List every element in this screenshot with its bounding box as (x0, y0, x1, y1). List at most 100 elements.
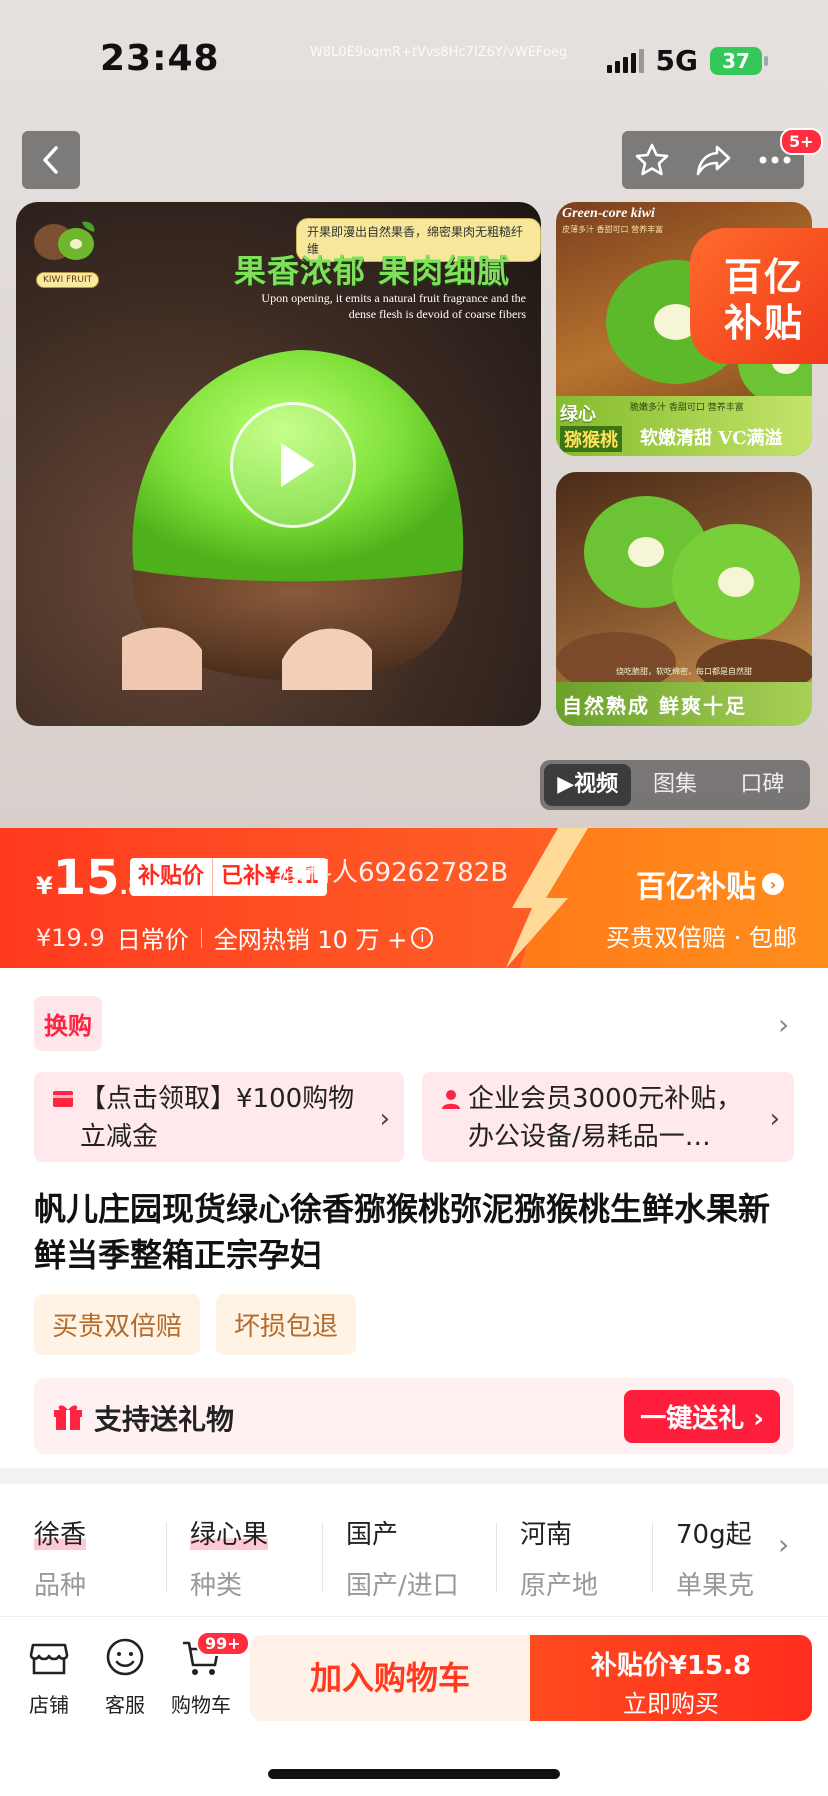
watermark: W8L0E9oqmR+tVvs8Hc7IZ6Y/vWEFoeg (310, 45, 568, 60)
chevron-right-icon: › (769, 1104, 780, 1134)
original-price: ¥19.9 (36, 923, 105, 952)
product-gallery: 23:48 W8L0E9oqmR+tVvs8Hc7IZ6Y/vWEFoeg 5G… (0, 0, 828, 828)
tab-album[interactable]: 图集 (631, 764, 718, 806)
attr-value: 绿心果 (190, 1520, 269, 1550)
buy-now-label: 立即购买 (623, 1690, 719, 1718)
share-icon[interactable] (695, 143, 733, 177)
signal-icon (606, 48, 644, 73)
attr-key: 种类 (190, 1571, 243, 1601)
chevron-left-icon (43, 146, 58, 174)
play-icon[interactable] (230, 402, 356, 528)
guarantee-tag[interactable]: 买贵双倍赔 (34, 1294, 201, 1355)
message-badge: 5+ (780, 128, 823, 155)
badge-line2: 补贴 (724, 301, 805, 345)
side2-small: 烧吃脆甜，软吃绵密，每口都是自然甜 (616, 667, 752, 676)
tab-reviews[interactable]: 口碑 (719, 764, 806, 806)
attr-key: 品种 (34, 1571, 87, 1601)
send-gift-button[interactable]: 一键送礼 › (624, 1390, 780, 1443)
attr-value: 70g起 (676, 1520, 752, 1550)
guarantee-tags: 买贵双倍赔 坏损包退 (34, 1294, 357, 1355)
info-icon[interactable]: i (411, 926, 434, 949)
attributes-row[interactable]: 徐香 品种 绿心果 种类 国产 国产/进口 河南 原产地 70g起 单果克 › (0, 1484, 828, 1616)
battery-icon: 37 (710, 46, 768, 75)
side2-slogan: 自然熟成 鲜爽十足 (562, 694, 747, 718)
price-banner: ¥ 15 .8 补贴价 已补¥4.1 爆料人69262782B ¥19.9 日常… (0, 828, 828, 968)
chevron-right-icon[interactable]: › (778, 1528, 789, 1561)
side-image-2[interactable]: 烧吃脆甜，软吃绵密，每口都是自然甜 自然熟成 鲜爽十足 (556, 472, 812, 726)
kiwi-halves-image (556, 496, 812, 682)
gift-icon (54, 1405, 82, 1430)
tab-video-label: 视频 (574, 772, 619, 797)
chevron-right-icon: › (762, 873, 784, 895)
gift-label: 支持送礼物 (94, 1403, 235, 1436)
side1-slogan: 软嫩清甜 VC满溢 (640, 428, 783, 449)
star-icon[interactable] (634, 142, 670, 178)
swap-tag[interactable]: 换购 (34, 996, 102, 1051)
reporter-text: 爆料人69262782B (280, 858, 509, 888)
attr-value: 河南 (520, 1520, 573, 1550)
price-integer: 15 (52, 850, 120, 906)
cart-count-badge: 99+ (196, 1631, 250, 1656)
tab-video[interactable]: ▶视频 (544, 764, 632, 806)
side1-banner: 绿心 脆嫩多汁 香甜可口 营养丰富 猕猴桃 软嫩清甜 VC满溢 (556, 396, 812, 456)
side1-sub: 脆嫩多汁 香甜可口 营养丰富 (630, 403, 744, 413)
coupon-card-1[interactable]: 【点击领取】¥100购物立减金 › (34, 1072, 404, 1162)
home-indicator[interactable] (268, 1769, 560, 1779)
attr-key: 国产/进口 (346, 1571, 459, 1601)
bottom-action-bar: 店铺 客服 购物车 99+ 加入购物车 补贴价¥15.8 立即购买 (0, 1616, 828, 1796)
guarantee-tag[interactable]: 坏损包退 (216, 1294, 357, 1355)
sales-count: 全网热销 10 万 + (213, 926, 408, 954)
attr-weight: 70g起 单果克 (676, 1514, 756, 1602)
attr-value: 徐香 (34, 1520, 87, 1550)
side1-tag-a: 绿心 (560, 404, 596, 425)
coupon-card-2[interactable]: 企业会员3000元补贴，办公设备/易耗品一… › (422, 1072, 794, 1162)
store-icon (29, 1643, 69, 1675)
status-time: 23:48 (100, 38, 220, 79)
price-subline: ¥19.9 日常价 全网热销 10 万 + i (36, 920, 434, 955)
chevron-right-icon[interactable]: › (778, 1008, 789, 1041)
product-title: 帆儿庄园现货绿心徐香猕猴桃弥泥猕猴桃生鲜水果新鲜当季整箱正宗孕妇 (34, 1190, 771, 1274)
more-icon[interactable] (758, 155, 792, 165)
attr-key: 单果克 (676, 1571, 755, 1601)
attr-key: 原产地 (520, 1571, 599, 1601)
back-button[interactable] (22, 131, 80, 189)
attr-variety: 徐香 品种 (34, 1514, 87, 1602)
chevron-right-icon: › (379, 1104, 390, 1134)
customer-service-icon (106, 1638, 144, 1676)
red-packet-icon (53, 1091, 73, 1107)
buy-price: 补贴价¥15.8 (590, 1651, 752, 1681)
program-name-row[interactable]: 百亿补贴 › (636, 862, 784, 906)
attr-origin-type: 国产 国产/进口 (346, 1514, 459, 1602)
store-label: 店铺 (29, 1693, 69, 1717)
original-label: 日常价 (116, 926, 189, 954)
current-price: ¥ 15 .8 (36, 850, 143, 906)
status-icons: 5G 37 (606, 44, 768, 77)
store-button[interactable]: 店铺 (14, 1635, 84, 1718)
lightning-icon (506, 828, 588, 968)
side2-banner: 烧吃脆甜，软吃绵密，每口都是自然甜 自然熟成 鲜爽十足 (556, 667, 812, 726)
main-headline: 果香浓郁 果肉细腻 (234, 252, 511, 290)
service-label: 客服 (105, 1693, 145, 1717)
buy-now-button[interactable]: 补贴价¥15.8 立即购买 (530, 1635, 812, 1721)
person-icon (442, 1090, 460, 1109)
kiwi-logo: KIWI FRUIT (30, 216, 120, 288)
cart-label: 购物车 (171, 1693, 231, 1717)
coupon-1-text: 【点击领取】¥100购物立减金 (80, 1084, 355, 1152)
main-product-video[interactable]: KIWI FRUIT 开果即漫出自然果香，绵密果肉无粗糙纤维 果香浓郁 果肉细腻… (16, 202, 541, 726)
battery-level: 37 (722, 48, 750, 73)
gift-row[interactable]: 支持送礼物 一键送礼 › (34, 1378, 794, 1454)
program-sub: 买贵双倍赔 · 包邮 (606, 924, 797, 952)
network-type: 5G (655, 44, 698, 77)
logo-label: KIWI FRUIT (36, 272, 100, 288)
program-name: 百亿补贴 (636, 870, 756, 905)
coupon-2-text: 企业会员3000元补贴，办公设备/易耗品一… (468, 1084, 743, 1152)
add-to-cart-button[interactable]: 加入购物车 (250, 1635, 530, 1721)
top-actions (622, 131, 804, 189)
attr-type: 绿心果 种类 (190, 1514, 269, 1602)
product-info-card: 换购 › 【点击领取】¥100购物立减金 › 企业会员3000元补贴，办公设备/… (0, 968, 828, 1468)
attr-value: 国产 (346, 1520, 399, 1550)
attr-origin: 河南 原产地 (520, 1514, 598, 1602)
billion-subsidy-badge: 百亿 补贴 (690, 228, 828, 364)
price-currency: ¥ (36, 872, 53, 900)
service-button[interactable]: 客服 (90, 1635, 160, 1718)
